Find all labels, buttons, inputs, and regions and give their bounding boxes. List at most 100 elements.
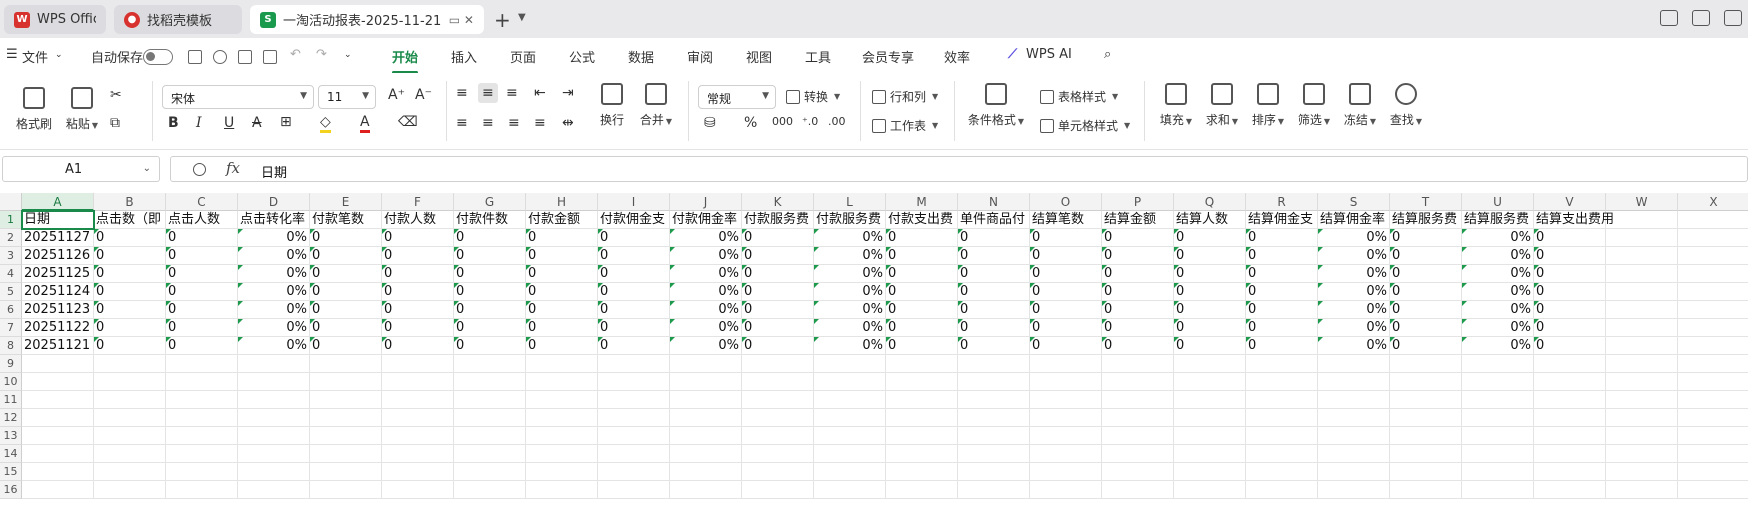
header-cell[interactable] bbox=[1678, 211, 1748, 229]
data-cell[interactable]: 0 bbox=[1174, 283, 1246, 301]
empty-cell[interactable] bbox=[454, 445, 526, 463]
search-icon[interactable]: ⌕ bbox=[1104, 47, 1111, 62]
data-cell[interactable]: 0 bbox=[454, 301, 526, 319]
empty-cell[interactable] bbox=[526, 445, 598, 463]
data-cell[interactable]: 0% bbox=[1462, 247, 1534, 265]
data-cell[interactable]: 0 bbox=[454, 265, 526, 283]
column-header[interactable]: S bbox=[1318, 193, 1390, 211]
empty-cell[interactable] bbox=[1678, 409, 1748, 427]
data-cell[interactable]: 0 bbox=[454, 283, 526, 301]
worksheet-button[interactable]: 工作表 ▼ bbox=[872, 117, 938, 134]
autosave-toggle[interactable] bbox=[143, 49, 173, 65]
data-cell[interactable]: 0 bbox=[382, 319, 454, 337]
indent-icon[interactable]: ⇥ bbox=[562, 85, 574, 101]
empty-cell[interactable] bbox=[310, 463, 382, 481]
header-cell[interactable]: 付款件数 bbox=[454, 211, 526, 229]
font-name-select[interactable]: 宋体 ▼ bbox=[162, 85, 314, 109]
empty-cell[interactable] bbox=[166, 427, 238, 445]
data-cell[interactable]: 0% bbox=[814, 229, 886, 247]
header-cell[interactable]: 结算人数 bbox=[1174, 211, 1246, 229]
empty-cell[interactable] bbox=[814, 355, 886, 373]
data-cell[interactable]: 0 bbox=[382, 283, 454, 301]
empty-cell[interactable] bbox=[958, 355, 1030, 373]
print-preview-icon[interactable] bbox=[263, 50, 277, 64]
empty-cell[interactable] bbox=[958, 481, 1030, 499]
data-cell[interactable]: 0% bbox=[1462, 301, 1534, 319]
empty-cell[interactable] bbox=[670, 445, 742, 463]
undo-icon[interactable]: ↶ bbox=[290, 47, 301, 62]
data-cell[interactable]: 0 bbox=[310, 337, 382, 355]
data-cell[interactable]: 20251127 bbox=[22, 229, 94, 247]
empty-cell[interactable] bbox=[958, 463, 1030, 481]
data-cell[interactable]: 0 bbox=[598, 283, 670, 301]
empty-cell[interactable] bbox=[1678, 481, 1748, 499]
empty-cell[interactable] bbox=[454, 391, 526, 409]
data-cell[interactable]: 0 bbox=[310, 247, 382, 265]
window-restore-icon[interactable] bbox=[1692, 10, 1710, 26]
empty-cell[interactable] bbox=[1534, 355, 1606, 373]
sort-button[interactable]: 排序 ▼ bbox=[1250, 83, 1286, 128]
image-capture-icon[interactable] bbox=[1660, 10, 1678, 26]
empty-cell[interactable] bbox=[1246, 463, 1318, 481]
align-top-icon[interactable]: ≡ bbox=[456, 85, 468, 101]
outdent-icon[interactable]: ⇤ bbox=[534, 85, 546, 101]
column-header[interactable]: P bbox=[1102, 193, 1174, 211]
data-cell[interactable]: 0% bbox=[238, 247, 310, 265]
data-cell[interactable]: 0 bbox=[310, 319, 382, 337]
data-cell[interactable]: 0 bbox=[1534, 283, 1606, 301]
empty-cell[interactable] bbox=[1246, 391, 1318, 409]
align-center-icon[interactable]: ≡ bbox=[482, 115, 494, 131]
column-header[interactable]: D bbox=[238, 193, 310, 211]
align-right-icon[interactable]: ≡ bbox=[508, 115, 520, 131]
data-cell[interactable]: 0% bbox=[1318, 229, 1390, 247]
empty-cell[interactable] bbox=[1318, 481, 1390, 499]
file-menu[interactable]: 文件 bbox=[22, 47, 48, 66]
data-cell[interactable]: 0 bbox=[1030, 265, 1102, 283]
column-header[interactable]: K bbox=[742, 193, 814, 211]
data-cell[interactable]: 0 bbox=[958, 301, 1030, 319]
data-cell[interactable]: 0 bbox=[742, 301, 814, 319]
empty-cell[interactable] bbox=[1390, 373, 1462, 391]
data-cell[interactable]: 0 bbox=[958, 319, 1030, 337]
data-cell[interactable]: 0 bbox=[454, 247, 526, 265]
empty-cell[interactable] bbox=[166, 481, 238, 499]
data-cell[interactable]: 0 bbox=[1534, 319, 1606, 337]
data-cell[interactable]: 0 bbox=[166, 319, 238, 337]
hamburger-icon[interactable]: ☰ bbox=[6, 47, 18, 62]
empty-cell[interactable] bbox=[670, 355, 742, 373]
italic-icon[interactable]: I bbox=[196, 115, 202, 131]
data-cell[interactable]: 0% bbox=[670, 283, 742, 301]
empty-cell[interactable] bbox=[598, 463, 670, 481]
data-cell[interactable]: 0 bbox=[1102, 247, 1174, 265]
empty-cell[interactable] bbox=[1678, 355, 1748, 373]
header-cell[interactable]: 日期 bbox=[22, 211, 94, 229]
align-left-icon[interactable]: ≡ bbox=[456, 115, 468, 131]
data-cell[interactable]: 20251121 bbox=[22, 337, 94, 355]
data-cell[interactable]: 0 bbox=[886, 247, 958, 265]
data-cell[interactable]: 0 bbox=[958, 337, 1030, 355]
tab-close-icon[interactable]: ▭ ✕ bbox=[445, 13, 474, 27]
empty-cell[interactable] bbox=[22, 445, 94, 463]
empty-cell[interactable] bbox=[1390, 427, 1462, 445]
data-cell[interactable]: 0 bbox=[382, 229, 454, 247]
data-cell[interactable]: 0 bbox=[742, 247, 814, 265]
empty-cell[interactable] bbox=[1174, 445, 1246, 463]
tab-review[interactable]: 审阅 bbox=[687, 47, 713, 66]
data-cell[interactable]: 0 bbox=[886, 283, 958, 301]
data-cell[interactable]: 0 bbox=[886, 319, 958, 337]
empty-cell[interactable] bbox=[1174, 463, 1246, 481]
data-cell[interactable]: 0 bbox=[310, 283, 382, 301]
empty-cell[interactable] bbox=[166, 445, 238, 463]
data-cell[interactable]: 0 bbox=[742, 283, 814, 301]
row-header[interactable]: 7 bbox=[0, 319, 22, 337]
data-cell[interactable]: 0 bbox=[958, 229, 1030, 247]
data-cell[interactable]: 0 bbox=[1246, 229, 1318, 247]
fill-button[interactable]: 填充 ▼ bbox=[1158, 83, 1194, 128]
data-cell[interactable]: 0% bbox=[1462, 229, 1534, 247]
empty-cell[interactable] bbox=[814, 427, 886, 445]
data-cell[interactable]: 0 bbox=[94, 319, 166, 337]
empty-cell[interactable] bbox=[1606, 247, 1678, 265]
data-cell[interactable]: 0 bbox=[598, 265, 670, 283]
empty-cell[interactable] bbox=[22, 391, 94, 409]
freeze-button[interactable]: 冻结 ▼ bbox=[1342, 83, 1378, 128]
